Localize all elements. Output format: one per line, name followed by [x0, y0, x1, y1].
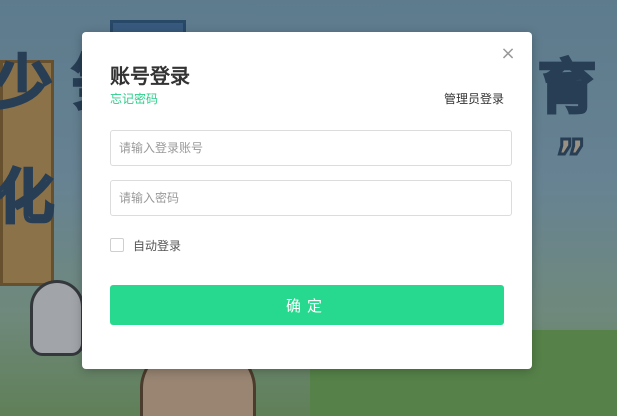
admin-login-link[interactable]: 管理员登录: [444, 90, 504, 107]
background-glove-hand: [30, 280, 84, 356]
background-title-text-2: 化: [0, 162, 56, 233]
password-input[interactable]: [110, 180, 512, 216]
login-dialog: × 账号登录 忘记密码 管理员登录 自动登录 确定: [82, 32, 532, 369]
confirm-button[interactable]: 确定: [110, 285, 504, 325]
forgot-password-link[interactable]: 忘记密码: [110, 90, 158, 107]
auto-login-checkbox[interactable]: [110, 238, 124, 252]
dialog-title: 账号登录: [110, 64, 190, 88]
background-building-left: [0, 60, 54, 286]
auto-login-toggle[interactable]: 自动登录: [110, 238, 182, 253]
background-title-text-3: 育: [536, 52, 597, 123]
background-quote-mark: ”: [554, 129, 589, 188]
auto-login-label: 自动登录: [133, 238, 182, 253]
close-icon[interactable]: ×: [500, 45, 516, 63]
account-input[interactable]: [110, 130, 512, 166]
